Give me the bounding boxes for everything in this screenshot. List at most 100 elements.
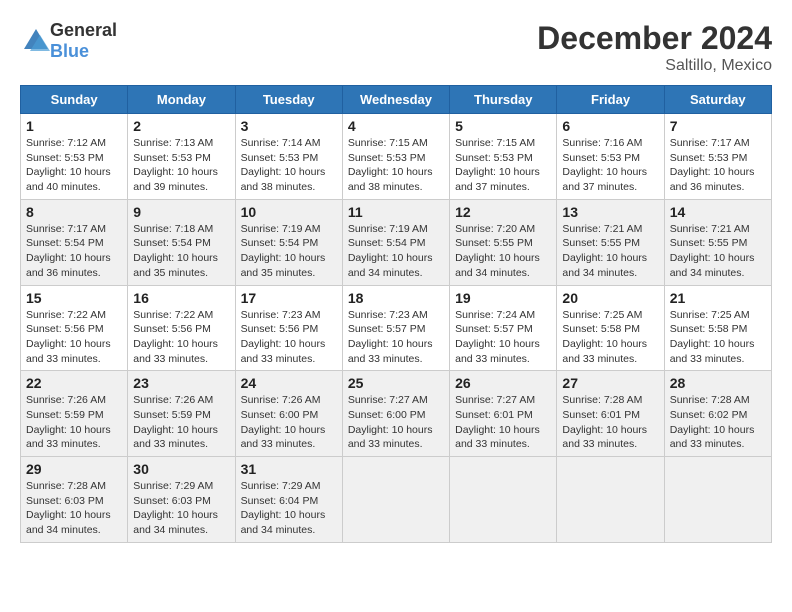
table-row [342,457,449,543]
table-row: 28 Sunrise: 7:28 AM Sunset: 6:02 PM Dayli… [664,371,771,457]
day-number: 28 [670,375,766,391]
day-number: 11 [348,204,444,220]
calendar-row: 15 Sunrise: 7:22 AM Sunset: 5:56 PM Dayli… [21,285,772,371]
day-number: 6 [562,118,658,134]
header-sunday: Sunday [21,86,128,114]
table-row [450,457,557,543]
header-tuesday: Tuesday [235,86,342,114]
cell-info: Sunrise: 7:17 AM Sunset: 5:53 PM Dayligh… [670,136,766,195]
header-saturday: Saturday [664,86,771,114]
cell-info: Sunrise: 7:23 AM Sunset: 5:57 PM Dayligh… [348,308,444,367]
table-row: 21 Sunrise: 7:25 AM Sunset: 5:58 PM Dayli… [664,285,771,371]
calendar-table: Sunday Monday Tuesday Wednesday Thursday… [20,85,772,543]
day-number: 12 [455,204,551,220]
day-number: 17 [241,290,337,306]
table-row: 17 Sunrise: 7:23 AM Sunset: 5:56 PM Dayli… [235,285,342,371]
day-number: 20 [562,290,658,306]
table-row: 23 Sunrise: 7:26 AM Sunset: 5:59 PM Dayli… [128,371,235,457]
day-number: 26 [455,375,551,391]
location-title: Saltillo, Mexico [537,57,772,75]
cell-info: Sunrise: 7:24 AM Sunset: 5:57 PM Dayligh… [455,308,551,367]
header-row: Sunday Monday Tuesday Wednesday Thursday… [21,86,772,114]
calendar-row: 1Sunrise: 7:12 AM Sunset: 5:53 PM Daylig… [21,114,772,200]
cell-info: Sunrise: 7:22 AM Sunset: 5:56 PM Dayligh… [26,308,122,367]
table-row [664,457,771,543]
cell-info: Sunrise: 7:28 AM Sunset: 6:01 PM Dayligh… [562,393,658,452]
calendar-row: 8 Sunrise: 7:17 AM Sunset: 5:54 PM Daylig… [21,199,772,285]
month-title: December 2024 [537,20,772,57]
table-row: 27Sunrise: 7:28 AM Sunset: 6:01 PM Dayli… [557,371,664,457]
table-row: 16 Sunrise: 7:22 AM Sunset: 5:56 PM Dayli… [128,285,235,371]
table-row: 3Sunrise: 7:14 AM Sunset: 5:53 PM Daylig… [235,114,342,200]
day-number: 19 [455,290,551,306]
cell-info: Sunrise: 7:13 AM Sunset: 5:53 PM Dayligh… [133,136,229,195]
day-number: 23 [133,375,229,391]
day-number: 30 [133,461,229,477]
logo-blue: Blue [50,41,89,61]
calendar-row: 29Sunrise: 7:28 AM Sunset: 6:03 PM Dayli… [21,457,772,543]
cell-info: Sunrise: 7:22 AM Sunset: 5:56 PM Dayligh… [133,308,229,367]
cell-info: Sunrise: 7:20 AM Sunset: 5:55 PM Dayligh… [455,222,551,281]
day-number: 7 [670,118,766,134]
day-number: 18 [348,290,444,306]
cell-info: Sunrise: 7:19 AM Sunset: 5:54 PM Dayligh… [241,222,337,281]
day-number: 8 [26,204,122,220]
cell-info: Sunrise: 7:16 AM Sunset: 5:53 PM Dayligh… [562,136,658,195]
header-friday: Friday [557,86,664,114]
table-row: 10 Sunrise: 7:19 AM Sunset: 5:54 PM Dayli… [235,199,342,285]
table-row: 29Sunrise: 7:28 AM Sunset: 6:03 PM Dayli… [21,457,128,543]
header-monday: Monday [128,86,235,114]
day-number: 22 [26,375,122,391]
day-number: 16 [133,290,229,306]
cell-info: Sunrise: 7:21 AM Sunset: 5:55 PM Dayligh… [562,222,658,281]
table-row: 13Sunrise: 7:21 AM Sunset: 5:55 PM Dayli… [557,199,664,285]
day-number: 4 [348,118,444,134]
cell-info: Sunrise: 7:27 AM Sunset: 6:01 PM Dayligh… [455,393,551,452]
day-number: 2 [133,118,229,134]
day-number: 29 [26,461,122,477]
cell-info: Sunrise: 7:26 AM Sunset: 5:59 PM Dayligh… [133,393,229,452]
table-row: 6 Sunrise: 7:16 AM Sunset: 5:53 PM Daylig… [557,114,664,200]
table-row: 24Sunrise: 7:26 AM Sunset: 6:00 PM Dayli… [235,371,342,457]
table-row: 14 Sunrise: 7:21 AM Sunset: 5:55 PM Dayli… [664,199,771,285]
table-row: 12 Sunrise: 7:20 AM Sunset: 5:55 PM Dayli… [450,199,557,285]
cell-info: Sunrise: 7:23 AM Sunset: 5:56 PM Dayligh… [241,308,337,367]
day-number: 21 [670,290,766,306]
day-number: 10 [241,204,337,220]
cell-info: Sunrise: 7:28 AM Sunset: 6:02 PM Dayligh… [670,393,766,452]
table-row [557,457,664,543]
table-row: 25 Sunrise: 7:27 AM Sunset: 6:00 PM Dayli… [342,371,449,457]
cell-info: Sunrise: 7:27 AM Sunset: 6:00 PM Dayligh… [348,393,444,452]
cell-info: Sunrise: 7:15 AM Sunset: 5:53 PM Dayligh… [348,136,444,195]
day-number: 14 [670,204,766,220]
calendar-row: 22 Sunrise: 7:26 AM Sunset: 5:59 PM Dayli… [21,371,772,457]
cell-info: Sunrise: 7:25 AM Sunset: 5:58 PM Dayligh… [670,308,766,367]
logo: General Blue [20,20,117,62]
table-row: 7 Sunrise: 7:17 AM Sunset: 5:53 PM Daylig… [664,114,771,200]
table-row: 19 Sunrise: 7:24 AM Sunset: 5:57 PM Dayli… [450,285,557,371]
header-thursday: Thursday [450,86,557,114]
day-number: 15 [26,290,122,306]
cell-info: Sunrise: 7:17 AM Sunset: 5:54 PM Dayligh… [26,222,122,281]
day-number: 25 [348,375,444,391]
day-number: 24 [241,375,337,391]
title-section: December 2024 Saltillo, Mexico [537,20,772,75]
day-number: 3 [241,118,337,134]
table-row: 15 Sunrise: 7:22 AM Sunset: 5:56 PM Dayli… [21,285,128,371]
table-row: 5Sunrise: 7:15 AM Sunset: 5:53 PM Daylig… [450,114,557,200]
table-row: 20 Sunrise: 7:25 AM Sunset: 5:58 PM Dayli… [557,285,664,371]
table-row: 8 Sunrise: 7:17 AM Sunset: 5:54 PM Daylig… [21,199,128,285]
table-row: 2 Sunrise: 7:13 AM Sunset: 5:53 PM Daylig… [128,114,235,200]
cell-info: Sunrise: 7:21 AM Sunset: 5:55 PM Dayligh… [670,222,766,281]
cell-info: Sunrise: 7:26 AM Sunset: 5:59 PM Dayligh… [26,393,122,452]
cell-info: Sunrise: 7:15 AM Sunset: 5:53 PM Dayligh… [455,136,551,195]
logo-general: General [50,20,117,40]
cell-info: Sunrise: 7:29 AM Sunset: 6:03 PM Dayligh… [133,479,229,538]
page-header: General Blue December 2024 Saltillo, Mex… [20,20,772,75]
header-wednesday: Wednesday [342,86,449,114]
cell-info: Sunrise: 7:25 AM Sunset: 5:58 PM Dayligh… [562,308,658,367]
day-number: 1 [26,118,122,134]
day-number: 9 [133,204,229,220]
table-row: 9Sunrise: 7:18 AM Sunset: 5:54 PM Daylig… [128,199,235,285]
table-row: 18 Sunrise: 7:23 AM Sunset: 5:57 PM Dayli… [342,285,449,371]
